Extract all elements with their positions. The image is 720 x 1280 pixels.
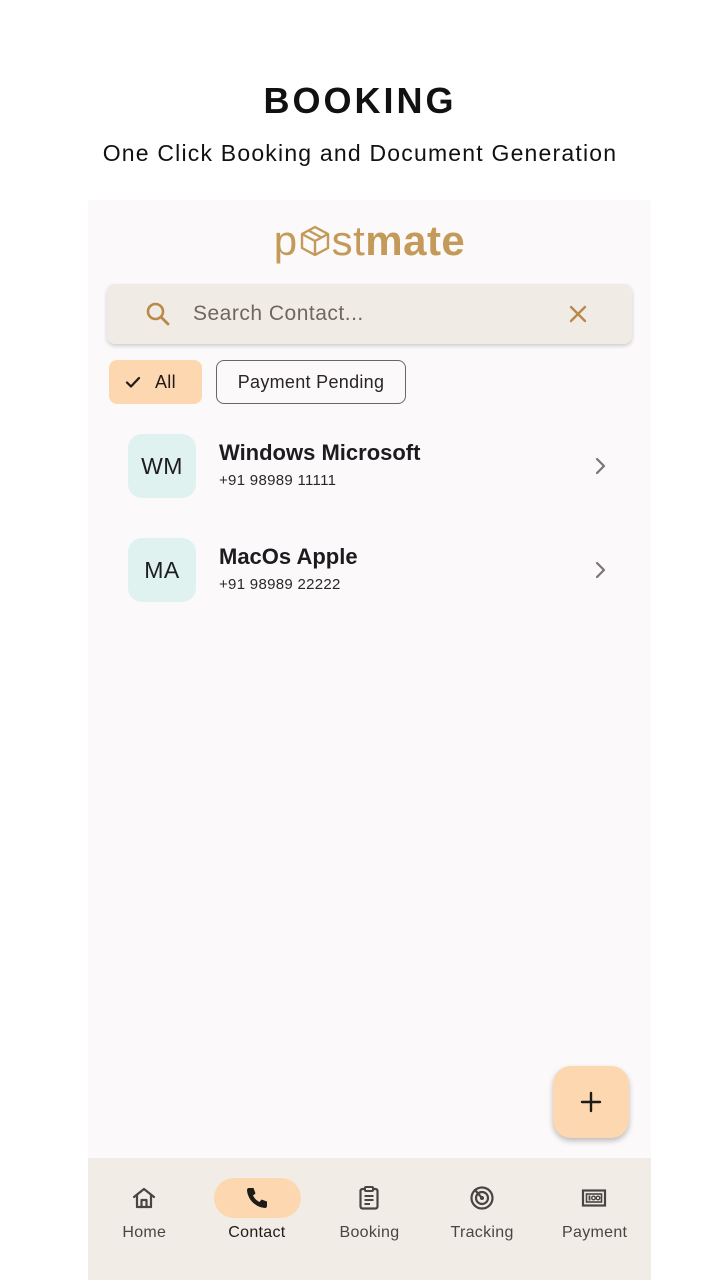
search-bar (107, 284, 632, 344)
plus-icon (580, 1091, 602, 1113)
filter-chip-pending-label: Payment Pending (237, 371, 385, 392)
contact-phone: +91 98989 22222 (219, 576, 341, 593)
app-screen: p st mate All Payment Pending WM Windows… (88, 200, 651, 1280)
contact-list-item[interactable]: MA MacOs Apple +91 98989 22222 (128, 538, 608, 606)
contact-name: Windows Microsoft (219, 440, 421, 465)
add-contact-button[interactable] (553, 1066, 629, 1138)
bottom-navigation: Home Contact Booking Tracking Payment (88, 1158, 651, 1280)
search-input[interactable] (193, 296, 553, 332)
logo-text-mate: mate (365, 217, 466, 264)
app-logo: p st mate (88, 214, 651, 268)
phone-icon (246, 1188, 267, 1208)
contact-list-item[interactable]: WM Windows Microsoft +91 98989 11111 (128, 434, 608, 502)
promo-title: BOOKING (263, 80, 457, 121)
clipboard-icon (359, 1186, 379, 1210)
chevron-right-icon (595, 457, 606, 475)
nav-item-booking[interactable]: Booking (313, 1158, 426, 1280)
home-icon (132, 1187, 156, 1209)
filter-chip-all[interactable]: All (109, 360, 202, 404)
radar-icon (470, 1186, 494, 1210)
contact-name: MacOs Apple (219, 544, 358, 569)
contact-phone: +91 98989 11111 (219, 472, 337, 489)
nav-label: Home (122, 1224, 167, 1241)
nav-label: Payment (562, 1224, 628, 1241)
check-icon (125, 376, 141, 388)
search-icon (146, 302, 170, 326)
nav-label: Contact (228, 1224, 286, 1241)
filter-chip-payment-pending[interactable]: Payment Pending (216, 360, 406, 404)
close-icon[interactable] (568, 304, 588, 324)
promo-subtitle: One Click Booking and Document Generatio… (102, 140, 618, 166)
chevron-right-icon (595, 561, 606, 579)
logo-text-st: st (331, 217, 366, 264)
payment-icon (582, 1189, 607, 1207)
contact-avatar: MA (128, 538, 196, 602)
package-box-icon (300, 225, 329, 257)
nav-item-home[interactable]: Home (88, 1158, 201, 1280)
nav-label: Booking (339, 1224, 400, 1241)
filter-chip-all-label: All (155, 371, 176, 392)
nav-item-payment[interactable]: Payment (538, 1158, 651, 1280)
nav-item-contact[interactable]: Contact (201, 1158, 314, 1280)
nav-item-tracking[interactable]: Tracking (426, 1158, 539, 1280)
logo-text-p: p (273, 217, 298, 264)
contact-avatar: WM (128, 434, 196, 498)
nav-label: Tracking (450, 1224, 514, 1241)
